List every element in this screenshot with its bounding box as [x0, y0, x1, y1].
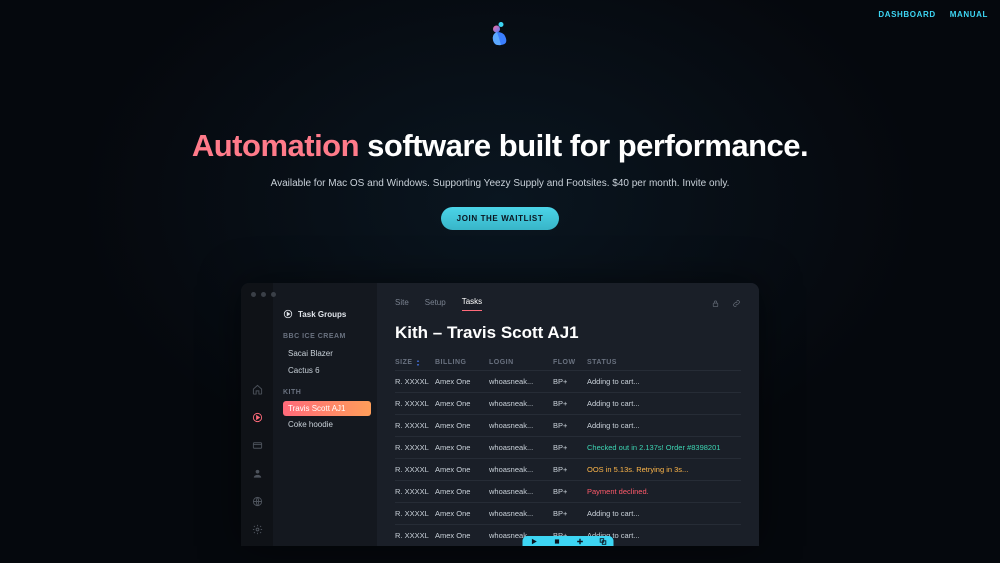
group-item-cactus[interactable]: Cactus 6	[283, 362, 371, 379]
window-min-dot[interactable]	[261, 292, 266, 297]
cell-size: R. XXXXL	[395, 531, 435, 540]
cell-status: Adding to cart...	[587, 377, 741, 386]
cell-status: Adding to cart...	[587, 509, 741, 518]
cell-billing: Amex One	[435, 487, 489, 496]
hero-title-accent: Automation	[192, 128, 359, 163]
cell-billing: Amex One	[435, 509, 489, 518]
nav-dashboard[interactable]: DASHBOARD	[878, 10, 935, 19]
left-rail	[241, 283, 273, 546]
table-row[interactable]: R. XXXXLAmex Onewhoasneak...BP+Payment d…	[395, 480, 741, 502]
cell-size: R. XXXXL	[395, 377, 435, 386]
bottom-action-bar	[523, 536, 614, 546]
globe-icon[interactable]	[251, 495, 263, 507]
add-button[interactable]	[569, 536, 591, 546]
copy-button[interactable]	[592, 536, 614, 546]
top-nav: DASHBOARD MANUAL	[878, 10, 988, 19]
cell-login: whoasneak...	[489, 509, 553, 518]
main-panel: Site Setup Tasks Kith – Travis Scott AJ1…	[377, 283, 759, 546]
cell-size: R. XXXXL	[395, 465, 435, 474]
page-title: Kith – Travis Scott AJ1	[395, 323, 741, 343]
cell-login: whoasneak...	[489, 399, 553, 408]
table-row[interactable]: R. XXXXLAmex Onewhoasneak...BP+Checked o…	[395, 436, 741, 458]
card-icon[interactable]	[251, 439, 263, 451]
tab-setup[interactable]: Setup	[425, 298, 446, 311]
col-billing[interactable]: BILLING	[435, 359, 489, 366]
cell-billing: Amex One	[435, 531, 489, 540]
logo	[489, 22, 511, 53]
col-flow[interactable]: FLOW	[553, 359, 587, 366]
hero-title-rest: software built for performance.	[359, 128, 808, 163]
play-circle-icon[interactable]	[251, 411, 263, 423]
tab-action-icons	[711, 299, 741, 310]
user-icon[interactable]	[251, 467, 263, 479]
group-item-sacai[interactable]: Sacai Blazer	[283, 345, 371, 362]
sidebar-header: Task Groups	[283, 309, 371, 319]
col-status[interactable]: STATUS	[587, 359, 741, 366]
cell-flow: BP+	[553, 487, 587, 496]
cell-status: Adding to cart...	[587, 421, 741, 430]
hero-subtitle: Available for Mac OS and Windows. Suppor…	[0, 178, 1000, 189]
cell-billing: Amex One	[435, 399, 489, 408]
cell-size: R. XXXXL	[395, 399, 435, 408]
window-controls[interactable]	[251, 292, 276, 297]
cell-flow: BP+	[553, 399, 587, 408]
tab-site[interactable]: Site	[395, 298, 409, 311]
cell-login: whoasneak...	[489, 443, 553, 452]
lock-icon[interactable]	[711, 299, 720, 310]
tabs: Site Setup Tasks	[395, 297, 741, 311]
table-row[interactable]: R. XXXXLAmex Onewhoasneak...BP+Adding to…	[395, 414, 741, 436]
cell-size: R. XXXXL	[395, 509, 435, 518]
cell-flow: BP+	[553, 465, 587, 474]
cell-login: whoasneak...	[489, 487, 553, 496]
link-icon[interactable]	[732, 299, 741, 310]
group-label-bbc: BBC ICE CREAM	[283, 333, 371, 340]
nav-manual[interactable]: MANUAL	[950, 10, 988, 19]
play-button[interactable]	[523, 536, 545, 546]
cell-flow: BP+	[553, 421, 587, 430]
cell-flow: BP+	[553, 377, 587, 386]
cell-status: Payment declined.	[587, 487, 741, 496]
window-close-dot[interactable]	[251, 292, 256, 297]
sort-icon	[415, 360, 421, 366]
cell-status: Adding to cart...	[587, 399, 741, 408]
cell-status: Checked out in 2.137s! Order #8398201	[587, 443, 741, 452]
cell-size: R. XXXXL	[395, 487, 435, 496]
cell-size: R. XXXXL	[395, 443, 435, 452]
cell-billing: Amex One	[435, 421, 489, 430]
window-max-dot[interactable]	[271, 292, 276, 297]
gear-icon[interactable]	[251, 523, 263, 535]
join-waitlist-button[interactable]: JOIN THE WAITLIST	[441, 207, 560, 230]
sidebar: Task Groups BBC ICE CREAM Sacai Blazer C…	[273, 283, 377, 546]
tab-tasks[interactable]: Tasks	[462, 297, 482, 311]
table-row[interactable]: R. XXXXLAmex Onewhoasneak...BP+Adding to…	[395, 392, 741, 414]
app-window: Task Groups BBC ICE CREAM Sacai Blazer C…	[241, 283, 759, 546]
cell-login: whoasneak...	[489, 465, 553, 474]
stop-button[interactable]	[546, 536, 568, 546]
cell-size: R. XXXXL	[395, 421, 435, 430]
col-login[interactable]: LOGIN	[489, 359, 553, 366]
table-row[interactable]: R. XXXXLAmex Onewhoasneak...BP+Adding to…	[395, 370, 741, 392]
cell-flow: BP+	[553, 443, 587, 452]
cell-billing: Amex One	[435, 465, 489, 474]
cell-status: OOS in 5.13s. Retrying in 3s...	[587, 465, 741, 474]
home-icon[interactable]	[251, 383, 263, 395]
col-size[interactable]: SIZE	[395, 359, 435, 366]
hero: Automation software built for performanc…	[0, 128, 1000, 230]
table-row[interactable]: R. XXXXLAmex Onewhoasneak...BP+Adding to…	[395, 502, 741, 524]
cell-login: whoasneak...	[489, 377, 553, 386]
table-row[interactable]: R. XXXXLAmex Onewhoasneak...BP+OOS in 5.…	[395, 458, 741, 480]
group-item-travis[interactable]: Travis Scott AJ1	[283, 401, 371, 416]
cell-billing: Amex One	[435, 443, 489, 452]
play-circle-small-icon	[283, 309, 293, 319]
cell-flow: BP+	[553, 509, 587, 518]
sidebar-title: Task Groups	[298, 310, 346, 319]
cell-billing: Amex One	[435, 377, 489, 386]
hero-title: Automation software built for performanc…	[0, 128, 1000, 164]
group-item-coke[interactable]: Coke hoodie	[283, 416, 371, 433]
cell-login: whoasneak...	[489, 421, 553, 430]
table-body: R. XXXXLAmex Onewhoasneak...BP+Adding to…	[395, 370, 741, 546]
group-label-kith: KITH	[283, 389, 371, 396]
table-header: SIZE BILLING LOGIN FLOW STATUS	[395, 355, 741, 370]
